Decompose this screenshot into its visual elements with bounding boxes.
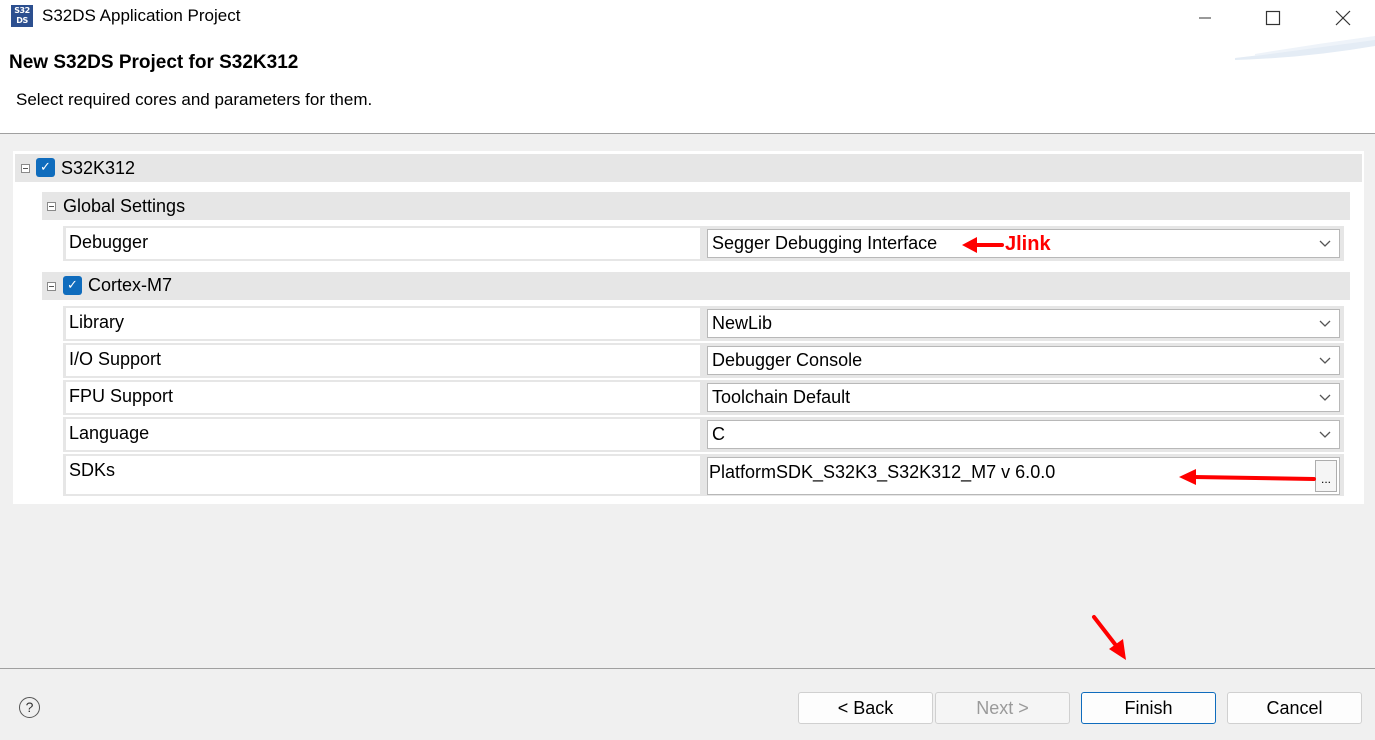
tree-node-label: S32K312 bbox=[61, 158, 136, 178]
minimize-icon bbox=[1199, 17, 1211, 19]
dropdown-value: Toolchain Default bbox=[712, 387, 851, 407]
property-row-fpu-support: FPU Support Toolchain Default bbox=[63, 380, 1344, 415]
help-icon[interactable]: ? bbox=[19, 697, 40, 718]
chevron-down-icon bbox=[1319, 357, 1331, 364]
annotation-jlink-label: Jlink bbox=[1005, 233, 1051, 255]
title-bar: S32 DS S32DS Application Project bbox=[0, 0, 1375, 36]
property-label: Debugger bbox=[66, 228, 700, 259]
property-row-library: Library NewLib bbox=[63, 306, 1344, 341]
property-row-debugger: Debugger Segger Debugging Interface bbox=[63, 226, 1344, 261]
annotation-arrow-jlink-icon bbox=[962, 237, 1004, 253]
dropdown-value: Segger Debugging Interface bbox=[712, 233, 938, 253]
maximize-button[interactable] bbox=[1250, 0, 1296, 36]
property-label: Language bbox=[66, 419, 700, 450]
collapse-toggle-icon[interactable] bbox=[47, 282, 56, 291]
property-label: FPU Support bbox=[66, 382, 700, 413]
dropdown-value: NewLib bbox=[712, 313, 773, 333]
tree-node-label: Global Settings bbox=[63, 196, 186, 216]
tree-node-global-settings[interactable]: Global Settings bbox=[42, 192, 1350, 220]
property-label: SDKs bbox=[66, 456, 700, 494]
close-button[interactable] bbox=[1320, 0, 1366, 36]
tree-node-cortex-m7[interactable]: ✓ Cortex-M7 bbox=[42, 272, 1350, 300]
footer-separator bbox=[0, 668, 1375, 669]
page-description: Select required cores and parameters for… bbox=[16, 90, 373, 109]
chevron-down-icon bbox=[1319, 431, 1331, 438]
s32ds-app-icon: S32 DS bbox=[11, 5, 33, 27]
library-dropdown[interactable]: NewLib bbox=[707, 309, 1340, 338]
property-label: I/O Support bbox=[66, 345, 700, 376]
collapse-toggle-icon[interactable] bbox=[47, 202, 56, 211]
fpu-support-dropdown[interactable]: Toolchain Default bbox=[707, 383, 1340, 412]
property-row-language: Language C bbox=[63, 417, 1344, 452]
chevron-down-icon bbox=[1319, 394, 1331, 401]
chevron-down-icon bbox=[1319, 240, 1331, 247]
language-dropdown[interactable]: C bbox=[707, 420, 1340, 449]
browse-sdk-button[interactable]: ... bbox=[1315, 460, 1337, 492]
header-banner-decoration bbox=[1235, 36, 1375, 60]
dropdown-value: Debugger Console bbox=[712, 350, 863, 370]
property-label: Library bbox=[66, 308, 700, 339]
chevron-down-icon bbox=[1319, 320, 1331, 327]
close-icon bbox=[1335, 10, 1351, 26]
wizard-header: New S32DS Project for S32K312 Select req… bbox=[0, 36, 1375, 134]
finish-button[interactable]: Finish bbox=[1081, 692, 1216, 724]
page-title: New S32DS Project for S32K312 bbox=[9, 52, 299, 73]
cancel-button[interactable]: Cancel bbox=[1227, 692, 1362, 724]
window-title: S32DS Application Project bbox=[42, 6, 241, 25]
back-button[interactable]: < Back bbox=[798, 692, 933, 724]
maximize-icon bbox=[1265, 10, 1281, 26]
annotation-arrow-finish-icon bbox=[1092, 615, 1126, 660]
s32k312-checkbox[interactable]: ✓ bbox=[36, 158, 55, 177]
annotation-arrow-sdk-icon bbox=[1179, 469, 1316, 485]
collapse-toggle-icon[interactable] bbox=[21, 164, 30, 173]
dropdown-value: C bbox=[712, 424, 725, 444]
sdk-value: PlatformSDK_S32K3_S32K312_M7 v 6.0.0 bbox=[709, 462, 1056, 482]
next-button[interactable]: Next > bbox=[935, 692, 1070, 724]
tree-node-label: Cortex-M7 bbox=[88, 275, 173, 295]
property-row-sdks: SDKs PlatformSDK_S32K3_S32K312_M7 v 6.0.… bbox=[63, 454, 1344, 496]
io-support-dropdown[interactable]: Debugger Console bbox=[707, 346, 1340, 375]
tree-node-s32k312[interactable]: ✓ S32K312 bbox=[15, 154, 1362, 182]
minimize-button[interactable] bbox=[1182, 0, 1228, 36]
cortex-m7-checkbox[interactable]: ✓ bbox=[63, 276, 82, 295]
property-row-io-support: I/O Support Debugger Console bbox=[63, 343, 1344, 378]
